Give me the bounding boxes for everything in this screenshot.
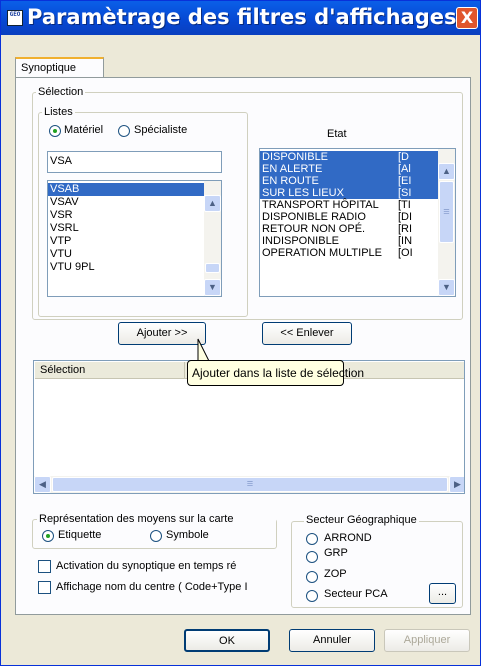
radio-grp-label: GRP [324,547,348,559]
etat-item[interactable]: INDISPONIBLE [IN [260,235,440,247]
etat-item-name: INDISPONIBLE [262,235,340,247]
list-item[interactable]: VSRL [48,222,206,235]
affichage-checkbox[interactable] [38,581,51,594]
scroll-down-icon[interactable]: ▼ [438,279,455,296]
close-button[interactable]: X [456,7,478,29]
scroll-right-icon[interactable]: ▶ [449,476,464,493]
list-item[interactable]: VTU [48,248,206,261]
radio-secteur-pcam-label: Secteur PCAM [324,588,388,600]
secteur-label: Secteur Géographique [304,514,419,526]
filter-input[interactable]: VSA [47,151,222,173]
tab-synoptique[interactable]: Synoptique [15,57,104,78]
selection-column-header[interactable]: Sélection [35,362,185,379]
radio-specialiste-label: Spécialiste [134,124,188,136]
etat-item-name: TRANSPORT HÔPITAL [262,199,379,211]
etat-item-code: [IN [398,235,413,247]
scroll-thumb[interactable] [205,263,220,273]
activation-label: Activation du synoptique en temps ré [56,560,237,572]
scroll-thumb[interactable]: ≡ [52,477,448,492]
dialog-window: GEO Paramètrage des filtres d'affichages… [0,0,481,666]
ajouter-button[interactable]: Ajouter >> [118,322,206,345]
app-icon: GEO [7,10,23,26]
etat-item-code: [OI [398,247,413,259]
etat-item[interactable]: RETOUR NON OPÉ. [RI [260,223,440,235]
etat-item[interactable]: EN ALERTE [Al [260,163,440,175]
representation-label: Représentation des moyens sur la carte [37,513,276,525]
list-item[interactable]: VSAB [48,183,206,196]
etat-item[interactable]: DISPONIBLE RADIO [DI [260,211,440,223]
list-item[interactable]: VSR [48,209,206,222]
scroll-up-icon[interactable]: ▲ [438,163,455,180]
ok-button[interactable]: OK [184,629,270,652]
etat-item-code: [RI [398,223,413,235]
window-title: Paramètrage des filtres d'affichages [27,5,457,29]
radio-arrond-label: ARROND [324,532,372,544]
tab-panel: Sélection Listes Matériel Spécialiste Et… [15,77,471,615]
selection-list-hscrollbar[interactable]: ◀ ≡ ▶ [34,476,464,493]
affichage-label: Affichage nom du centre ( Code+Type I [56,581,248,593]
radio-etiquette-label: Etiquette [58,529,102,541]
activation-checkbox[interactable] [38,560,51,573]
tooltip: Ajouter dans la liste de sélection [187,360,364,386]
radio-etiquette[interactable] [42,530,54,542]
etat-item-code: [D [398,151,409,163]
tab-label: Synoptique [21,62,77,74]
scroll-up-icon[interactable]: ▲ [204,195,221,212]
etat-item-code: [TI [398,199,411,211]
list-item[interactable]: VSAV [48,196,206,209]
etat-item-name: EN ALERTE [262,163,323,175]
radio-arrond[interactable] [306,533,318,545]
etat-item[interactable]: OPERATION MULTIPLE [OI [260,247,440,259]
etat-item[interactable]: SUR LES LIEUX [SI [260,187,440,199]
radio-materiel-label: Matériel [64,124,104,136]
radio-secteur-pcam[interactable] [306,590,318,602]
tooltip-pointer [197,338,210,362]
appliquer-button: Appliquer [384,629,470,652]
list-item[interactable]: VTP [48,235,206,248]
scroll-left-icon[interactable]: ◀ [34,476,51,493]
scroll-down-icon[interactable]: ▼ [204,279,221,296]
materiel-list-scrollbar[interactable]: ▲ ▼ [204,181,221,296]
list-item[interactable]: VTU 9PL [48,261,206,274]
annuler-button[interactable]: Annuler [289,629,375,652]
enlever-button[interactable]: << Enlever [262,322,352,345]
etat-item-name: EN ROUTE [262,175,319,187]
radio-specialiste[interactable] [118,125,130,137]
etat-item[interactable]: EN ROUTE [EI [260,175,440,187]
etat-item[interactable]: DISPONIBLE [D [260,151,440,163]
etat-item-name: DISPONIBLE [262,151,329,163]
radio-symbole[interactable] [150,530,162,542]
radio-zop-label: ZOP [324,568,347,580]
etat-item-code: [Al [398,163,411,175]
etat-item-code: [SI [398,187,412,199]
etat-item-code: [EI [398,175,412,187]
etat-item-name: DISPONIBLE RADIO [262,211,366,223]
etat-header: Etat [327,128,347,140]
etat-item-name: OPERATION MULTIPLE [262,247,383,259]
etat-list[interactable]: DISPONIBLE [D EN ALERTE [Al EN ROUTE [EI SU… [259,148,456,297]
etat-item[interactable]: TRANSPORT HÔPITAL [TI [260,199,440,211]
selection-group-label: Sélection [36,86,86,98]
radio-grp[interactable] [306,551,318,563]
etat-item-name: SUR LES LIEUX [262,187,344,199]
radio-symbole-label: Symbole [166,529,209,541]
radio-materiel[interactable] [49,125,61,137]
browse-button[interactable]: ... [429,583,456,604]
listes-group-label: Listes [42,106,75,118]
scroll-thumb[interactable]: ≡ [439,181,454,243]
etat-item-code: [DI [398,211,413,223]
etat-list-scrollbar[interactable]: ▲ ≡ ▼ [438,149,455,296]
radio-zop[interactable] [306,571,318,583]
materiel-list[interactable]: VSAB VSAV VSR VSRL VTP VTU VTU 9PL ▲ ▼ [47,180,222,297]
etat-item-name: RETOUR NON OPÉ. [262,223,366,235]
title-bar[interactable]: GEO Paramètrage des filtres d'affichages… [1,1,480,35]
